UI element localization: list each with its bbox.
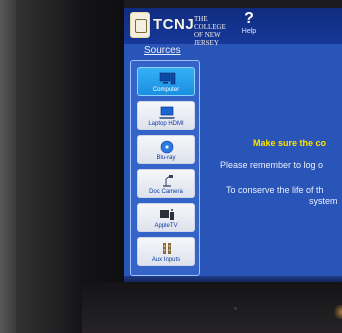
logo-subtext: THE COLLEGE OF NEW JERSEY xyxy=(194,15,226,47)
source-button-laptop-hdmi[interactable]: Laptop HDMI xyxy=(137,101,195,130)
source-label: Doc Camera xyxy=(149,189,183,195)
college-logo: TCNJ THE COLLEGE OF NEW JERSEY xyxy=(130,11,230,47)
source-label: AppleTV xyxy=(154,223,178,229)
source-label: Laptop HDMI xyxy=(148,121,184,127)
source-button-appletv[interactable]: AppleTV xyxy=(137,203,195,232)
source-label: Computer xyxy=(152,87,180,93)
laptop-icon xyxy=(159,106,175,119)
source-button-aux-inputs[interactable]: Aux Inputs xyxy=(137,237,195,266)
help-question-icon: ? xyxy=(244,10,254,27)
screen-bottom-edge xyxy=(124,276,342,282)
tab-sources[interactable]: Sources xyxy=(144,45,181,56)
conserve-message: To conserve the life of th xyxy=(226,185,324,195)
source-label: Blu-ray xyxy=(156,155,176,161)
computer-icon xyxy=(159,72,176,85)
help-label: Help xyxy=(241,28,257,35)
power-light-glow xyxy=(332,305,342,319)
college-seal-icon xyxy=(130,12,150,38)
wall-edge xyxy=(0,0,16,333)
source-button-blu-ray[interactable]: Blu-ray xyxy=(137,135,195,164)
conserve-message-continued: system xyxy=(309,196,338,206)
disc-icon xyxy=(160,140,174,154)
source-button-doc-camera[interactable]: Doc Camera xyxy=(137,169,195,198)
aux-inputs-icon xyxy=(163,243,171,254)
monitor-bezel-bottom xyxy=(82,282,342,333)
header-bar: TCNJ THE COLLEGE OF NEW JERSEY ? Help xyxy=(124,8,342,47)
logo-text: TCNJ xyxy=(153,16,195,33)
source-list-panel: Computer Laptop HDMI Blu-ray Doc Camera xyxy=(130,60,200,276)
apple-tv-icon xyxy=(160,209,174,220)
touch-panel-screen: TCNJ THE COLLEGE OF NEW JERSEY ? Help So… xyxy=(124,8,342,282)
bezel-sensor-dot xyxy=(234,307,237,310)
logout-reminder: Please remember to log o xyxy=(220,160,324,170)
source-label: Aux Inputs xyxy=(151,257,181,263)
help-button[interactable]: ? Help xyxy=(236,11,262,41)
source-button-computer[interactable]: Computer xyxy=(137,67,195,96)
document-camera-icon xyxy=(163,175,173,187)
warning-message: Make sure the co xyxy=(253,138,327,148)
